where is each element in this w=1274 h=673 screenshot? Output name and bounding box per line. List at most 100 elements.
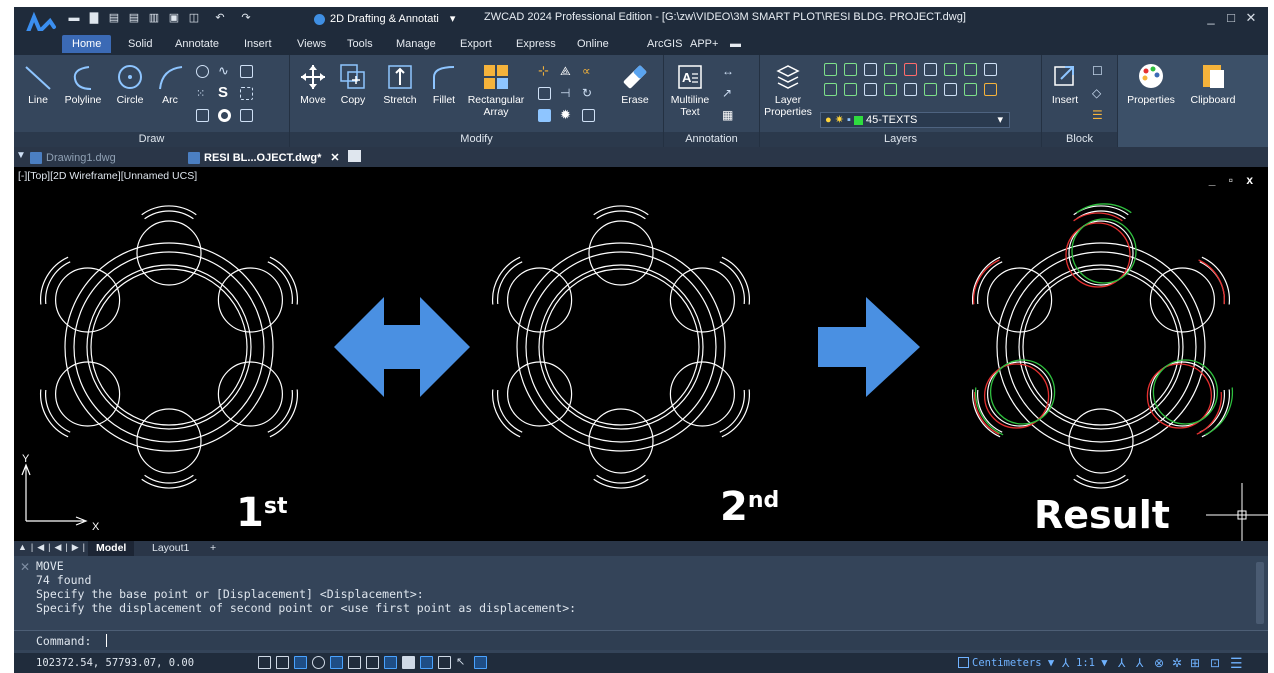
layer-tool-icon[interactable] xyxy=(864,83,877,96)
layer-tool-icon[interactable] xyxy=(964,63,977,76)
lock-ui-icon[interactable]: ⊞ xyxy=(1190,656,1200,670)
clean-screen-icon[interactable]: ⊡ xyxy=(1210,656,1220,670)
tab-app-plus[interactable]: APP+ xyxy=(680,35,728,53)
new-file-icon[interactable]: ▬ xyxy=(68,12,80,24)
command-scrollbar[interactable] xyxy=(1256,562,1264,624)
rectangle-icon[interactable] xyxy=(196,109,209,122)
revcloud-icon[interactable] xyxy=(240,109,253,122)
tab-home[interactable]: Home xyxy=(62,35,112,53)
tab-solid[interactable]: Solid xyxy=(118,35,162,53)
layer-tool-icon[interactable] xyxy=(824,83,837,96)
layer-tool-icon[interactable] xyxy=(944,63,957,76)
leader-icon[interactable]: ↗ xyxy=(722,87,735,100)
doc-tab-resi-bldg[interactable]: RESI BL...OJECT.dwg* ✕ xyxy=(184,149,340,167)
table-icon[interactable]: ▦ xyxy=(722,109,735,122)
spline-icon[interactable]: ∿ xyxy=(218,64,231,78)
properties-button[interactable]: Properties xyxy=(1118,61,1184,106)
layer-tool-icon[interactable] xyxy=(944,83,957,96)
annotation-scale[interactable]: 1:1 ▼ xyxy=(1076,657,1108,669)
close-command-icon[interactable]: ✕ xyxy=(20,560,30,574)
tab-list-icon[interactable]: ▼ xyxy=(16,150,26,161)
layer-tool-icon[interactable] xyxy=(884,63,897,76)
dynamic-input-icon[interactable] xyxy=(384,656,397,669)
layer-tool-icon[interactable] xyxy=(984,83,997,96)
tab-export[interactable]: Export xyxy=(450,35,502,53)
close-button[interactable]: ✕ xyxy=(1242,9,1260,27)
layer-tool-icon[interactable] xyxy=(924,63,937,76)
grid-icon[interactable] xyxy=(258,656,271,669)
publish-icon[interactable]: ▥ xyxy=(148,12,160,24)
tab-add-layout[interactable]: + xyxy=(202,541,224,556)
point-icon[interactable]: ⁙ xyxy=(196,87,209,100)
region-icon[interactable] xyxy=(240,65,253,78)
tab-layout1[interactable]: Layout1 xyxy=(144,541,197,556)
clipboard-button[interactable]: Clipboard xyxy=(1184,61,1242,106)
break-icon[interactable]: ⊣ xyxy=(560,87,573,100)
transparency-icon[interactable] xyxy=(420,656,433,669)
print-preview-icon[interactable]: ◫ xyxy=(188,12,200,24)
open-folder-icon[interactable]: ▇ xyxy=(88,12,100,24)
arc-button[interactable]: Arc xyxy=(152,63,188,106)
stretch-button[interactable]: Stretch xyxy=(378,63,422,106)
join-icon[interactable]: ✹ xyxy=(560,108,573,122)
object-snap-icon[interactable] xyxy=(330,656,343,669)
maximize-button[interactable]: □ xyxy=(1222,9,1240,27)
layer-tool-icon[interactable] xyxy=(844,83,857,96)
auto-scale-icon[interactable]: ⅄ xyxy=(1136,656,1143,670)
fillet-button[interactable]: Fillet xyxy=(426,63,462,106)
selection-cycling-icon[interactable]: ↖ xyxy=(456,656,469,669)
offset-icon[interactable] xyxy=(538,87,551,100)
tab-tools[interactable]: Tools xyxy=(337,35,383,53)
layer-properties-button[interactable]: Layer Properties xyxy=(764,63,812,118)
minimize-button[interactable]: _ xyxy=(1202,9,1220,27)
layer-tool-icon[interactable] xyxy=(884,83,897,96)
edit-block-icon[interactable]: ◇ xyxy=(1092,87,1105,100)
donut-icon[interactable] xyxy=(218,109,231,122)
wipeout-icon[interactable] xyxy=(240,87,253,100)
layer-tool-icon[interactable] xyxy=(824,63,837,76)
layer-tool-icon[interactable] xyxy=(984,63,997,76)
snap-icon[interactable] xyxy=(276,656,289,669)
drawing-canvas[interactable]: [-][Top][2D Wireframe][Unnamed UCS] _ ▫ … xyxy=(14,167,1268,541)
new-tab-icon[interactable] xyxy=(348,150,361,162)
quick-properties-icon[interactable] xyxy=(438,656,451,669)
layer-tool-icon[interactable] xyxy=(864,63,877,76)
rectangular-array-button[interactable]: Rectangular Array xyxy=(466,63,526,118)
polar-icon[interactable] xyxy=(312,656,325,669)
circle-button[interactable]: Circle xyxy=(110,63,150,106)
save-as-icon[interactable]: ▤ xyxy=(128,12,140,24)
tab-online[interactable]: Online xyxy=(567,35,619,53)
workspace-switch-icon[interactable]: ⊗ xyxy=(1154,656,1164,670)
insert-block-button[interactable]: Insert xyxy=(1046,63,1084,106)
copy-button[interactable]: Copy xyxy=(336,63,370,106)
annotation-monitor-icon[interactable] xyxy=(474,656,487,669)
spiral-icon[interactable]: S xyxy=(218,85,231,100)
rotate-icon[interactable]: ↻ xyxy=(582,87,595,100)
mirror-icon[interactable]: ⟁ xyxy=(560,65,573,78)
dynamic-ucs-icon[interactable] xyxy=(366,656,379,669)
layer-tool-icon[interactable] xyxy=(964,83,977,96)
lineweight-icon[interactable] xyxy=(402,656,415,669)
scale-icon[interactable]: ∝ xyxy=(582,65,595,78)
plot-icon[interactable]: ▣ xyxy=(168,12,180,24)
tab-annotate[interactable]: Annotate xyxy=(165,35,229,53)
polyline-button[interactable]: Polyline xyxy=(60,63,106,106)
tab-model[interactable]: Model xyxy=(88,541,135,556)
close-tab-icon[interactable]: ✕ xyxy=(330,152,339,164)
workspace-selector[interactable]: 2D Drafting & Annotati ▾ xyxy=(314,10,455,28)
layer-tool-icon[interactable] xyxy=(924,83,937,96)
erase-button[interactable]: Erase xyxy=(614,63,656,106)
attribute-icon[interactable]: ☰ xyxy=(1092,109,1105,122)
trim-icon[interactable]: ⊹ xyxy=(538,64,551,78)
save-icon[interactable]: ▤ xyxy=(108,12,120,24)
tab-insert[interactable]: Insert xyxy=(234,35,282,53)
object-track-icon[interactable] xyxy=(348,656,361,669)
dimension-icon[interactable]: ↔ xyxy=(722,65,735,78)
tab-manage[interactable]: Manage xyxy=(386,35,446,53)
explode-icon[interactable] xyxy=(538,109,551,122)
layer-tool-icon[interactable] xyxy=(904,63,917,76)
undo-icon[interactable]: ↶ xyxy=(214,12,226,24)
chamfer-icon[interactable] xyxy=(582,109,595,122)
create-block-icon[interactable]: ☐ xyxy=(1092,65,1105,78)
ortho-icon[interactable] xyxy=(294,656,307,669)
